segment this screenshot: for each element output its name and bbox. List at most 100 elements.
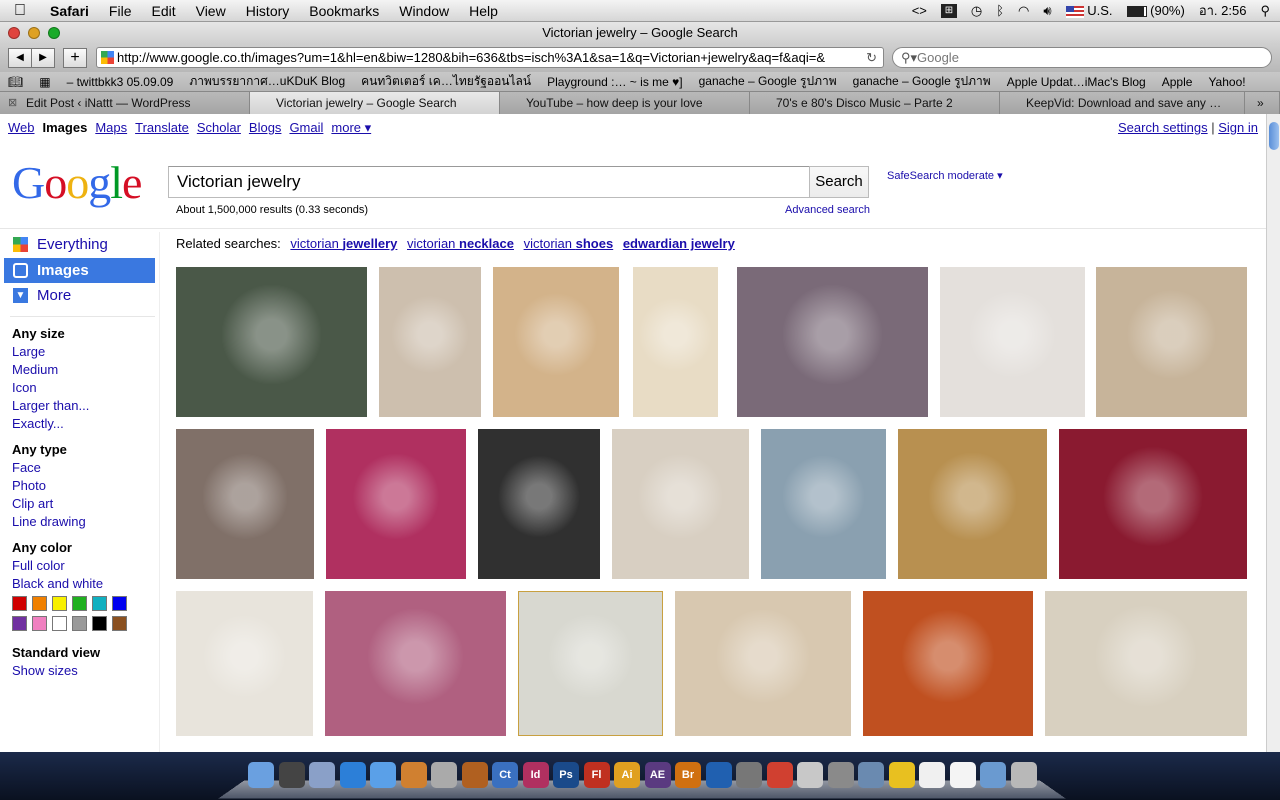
- battery-status[interactable]: (90%): [1126, 3, 1185, 18]
- advanced-search-link[interactable]: Advanced search: [785, 204, 870, 216]
- menu-app-safari[interactable]: Safari: [40, 3, 99, 19]
- search-settings-link[interactable]: Search settings: [1118, 120, 1208, 135]
- code-icon[interactable]: <>: [912, 3, 927, 18]
- menu-file[interactable]: File: [99, 3, 142, 19]
- wifi-icon[interactable]: ◠: [1018, 3, 1029, 19]
- mode-images[interactable]: Images: [4, 258, 155, 283]
- minimize-window-button[interactable]: [28, 27, 40, 39]
- menu-window[interactable]: Window: [389, 3, 459, 19]
- tab-wordpress[interactable]: ⊠ Edit Post ‹ iNattt — WordPress: [0, 92, 250, 114]
- dock-ps-icon[interactable]: Ps: [553, 762, 579, 788]
- tab-disco-music[interactable]: 70's e 80's Disco Music – Parte 2: [750, 92, 1000, 114]
- safesearch-dropdown[interactable]: SafeSearch moderate ▾: [887, 169, 1003, 182]
- color-swatch[interactable]: [12, 616, 27, 631]
- input-source[interactable]: U.S.: [1065, 3, 1113, 18]
- back-button[interactable]: ◀: [8, 48, 32, 68]
- image-result-thumbnail[interactable]: [761, 429, 886, 579]
- image-result-thumbnail[interactable]: [898, 429, 1047, 579]
- image-result-thumbnail[interactable]: [863, 591, 1033, 736]
- scrollbar-thumb[interactable]: [1269, 122, 1279, 150]
- dock-dashboard-icon[interactable]: [278, 762, 305, 788]
- bookmark-item[interactable]: ภาพบรรยากาศ…uKDuK Blog: [181, 72, 353, 91]
- address-field[interactable]: http://www.google.co.th/images?um=1&hl=e…: [96, 47, 884, 68]
- image-result-thumbnail[interactable]: [940, 267, 1085, 417]
- color-swatch[interactable]: [72, 596, 87, 611]
- zoom-window-button[interactable]: [48, 27, 60, 39]
- image-result-thumbnail[interactable]: [379, 267, 481, 417]
- image-result-thumbnail[interactable]: [176, 267, 367, 417]
- type-line-drawing[interactable]: Line drawing: [12, 514, 86, 529]
- image-result-thumbnail[interactable]: [1059, 429, 1247, 579]
- size-larger-than[interactable]: Larger than...: [12, 398, 89, 413]
- color-swatch[interactable]: [92, 596, 107, 611]
- menu-edit[interactable]: Edit: [141, 3, 185, 19]
- image-result-thumbnail[interactable]: [612, 429, 749, 579]
- dock-calendar-icon[interactable]: [919, 762, 945, 788]
- dock-br-icon[interactable]: Br: [675, 762, 701, 788]
- type-clip-art[interactable]: Clip art: [12, 496, 53, 511]
- mode-everything[interactable]: Everything: [4, 232, 155, 257]
- menu-bookmarks[interactable]: Bookmarks: [299, 3, 389, 19]
- color-swatch[interactable]: [12, 596, 27, 611]
- image-result-thumbnail[interactable]: [633, 267, 718, 417]
- size-icon[interactable]: Icon: [12, 380, 37, 395]
- dock-iphoto-icon[interactable]: [400, 762, 427, 788]
- bluetooth-icon[interactable]: ᛒ: [996, 3, 1004, 18]
- color-swatch[interactable]: [112, 616, 127, 631]
- bookmark-item[interactable]: – twittbkk3 05.09.09: [59, 75, 182, 89]
- bookmark-item[interactable]: Playground :… ~ is me ♥]: [539, 75, 691, 89]
- dock-mail-icon[interactable]: [858, 762, 884, 788]
- dock-finder-icon[interactable]: [248, 762, 274, 788]
- menu-help[interactable]: Help: [459, 3, 508, 19]
- reload-icon[interactable]: ↻: [866, 48, 877, 67]
- dock-imovie-icon[interactable]: [431, 762, 457, 788]
- dock-pages-icon[interactable]: [797, 762, 823, 788]
- type-photo[interactable]: Photo: [12, 478, 46, 493]
- dock-id-icon[interactable]: Id: [522, 762, 549, 788]
- menu-history[interactable]: History: [236, 3, 300, 19]
- dock-safari-icon[interactable]: [339, 762, 366, 788]
- spotlight-icon[interactable]: ⚲: [1260, 3, 1270, 19]
- sign-in-link[interactable]: Sign in: [1218, 120, 1258, 135]
- bookmark-item[interactable]: Apple: [1154, 75, 1201, 89]
- dock-ai-icon[interactable]: Ai: [614, 762, 640, 788]
- image-result-thumbnail[interactable]: [325, 591, 506, 736]
- bookmark-item[interactable]: Yahoo!: [1200, 75, 1253, 89]
- google-logo[interactable]: Google: [12, 156, 142, 209]
- dock-xcode-icon[interactable]: [705, 762, 732, 788]
- dock-ae-icon[interactable]: AE: [644, 762, 671, 788]
- tab-youtube[interactable]: YouTube – how deep is your love: [500, 92, 750, 114]
- browser-search-field[interactable]: ⚲▾ Google: [892, 47, 1272, 68]
- nav-translate[interactable]: Translate: [135, 120, 189, 136]
- size-large[interactable]: Large: [12, 344, 45, 359]
- image-result-thumbnail[interactable]: [176, 429, 314, 579]
- image-result-thumbnail[interactable]: [1096, 267, 1247, 417]
- dock-chrome-icon[interactable]: [766, 762, 793, 788]
- color-swatch[interactable]: [72, 616, 87, 631]
- dock-textedit-icon[interactable]: [949, 762, 976, 788]
- size-medium[interactable]: Medium: [12, 362, 58, 377]
- nav-gmail[interactable]: Gmail: [289, 120, 323, 136]
- color-swatch[interactable]: [112, 596, 127, 611]
- search-input[interactable]: Victorian jewelry: [168, 166, 810, 198]
- image-result-thumbnail[interactable]: [737, 267, 928, 417]
- dock-folder-icon[interactable]: [980, 762, 1006, 788]
- related-link[interactable]: victorian shoes: [524, 236, 614, 251]
- dock-trash-icon[interactable]: [1010, 762, 1037, 788]
- dock-preview-icon[interactable]: [309, 762, 335, 788]
- color-full[interactable]: Full color: [12, 558, 65, 573]
- image-result-thumbnail[interactable]: [518, 591, 663, 736]
- tab-google-search[interactable]: Victorian jewelry – Google Search: [250, 92, 500, 114]
- image-result-thumbnail[interactable]: [326, 429, 466, 579]
- dock-fl-icon[interactable]: Fl: [583, 762, 610, 788]
- top-sites-grid-icon[interactable]: ▦: [31, 75, 58, 89]
- nav-more[interactable]: more ▾: [331, 120, 371, 136]
- dock-garageband-icon[interactable]: [461, 762, 488, 788]
- dock-photo-booth-icon[interactable]: [736, 762, 762, 788]
- color-black-white[interactable]: Black and white: [12, 576, 103, 591]
- related-link[interactable]: victorian necklace: [407, 236, 514, 251]
- search-button[interactable]: Search: [809, 166, 869, 198]
- related-link[interactable]: victorian jewellery: [290, 236, 397, 251]
- color-swatch[interactable]: [52, 596, 67, 611]
- type-face[interactable]: Face: [12, 460, 41, 475]
